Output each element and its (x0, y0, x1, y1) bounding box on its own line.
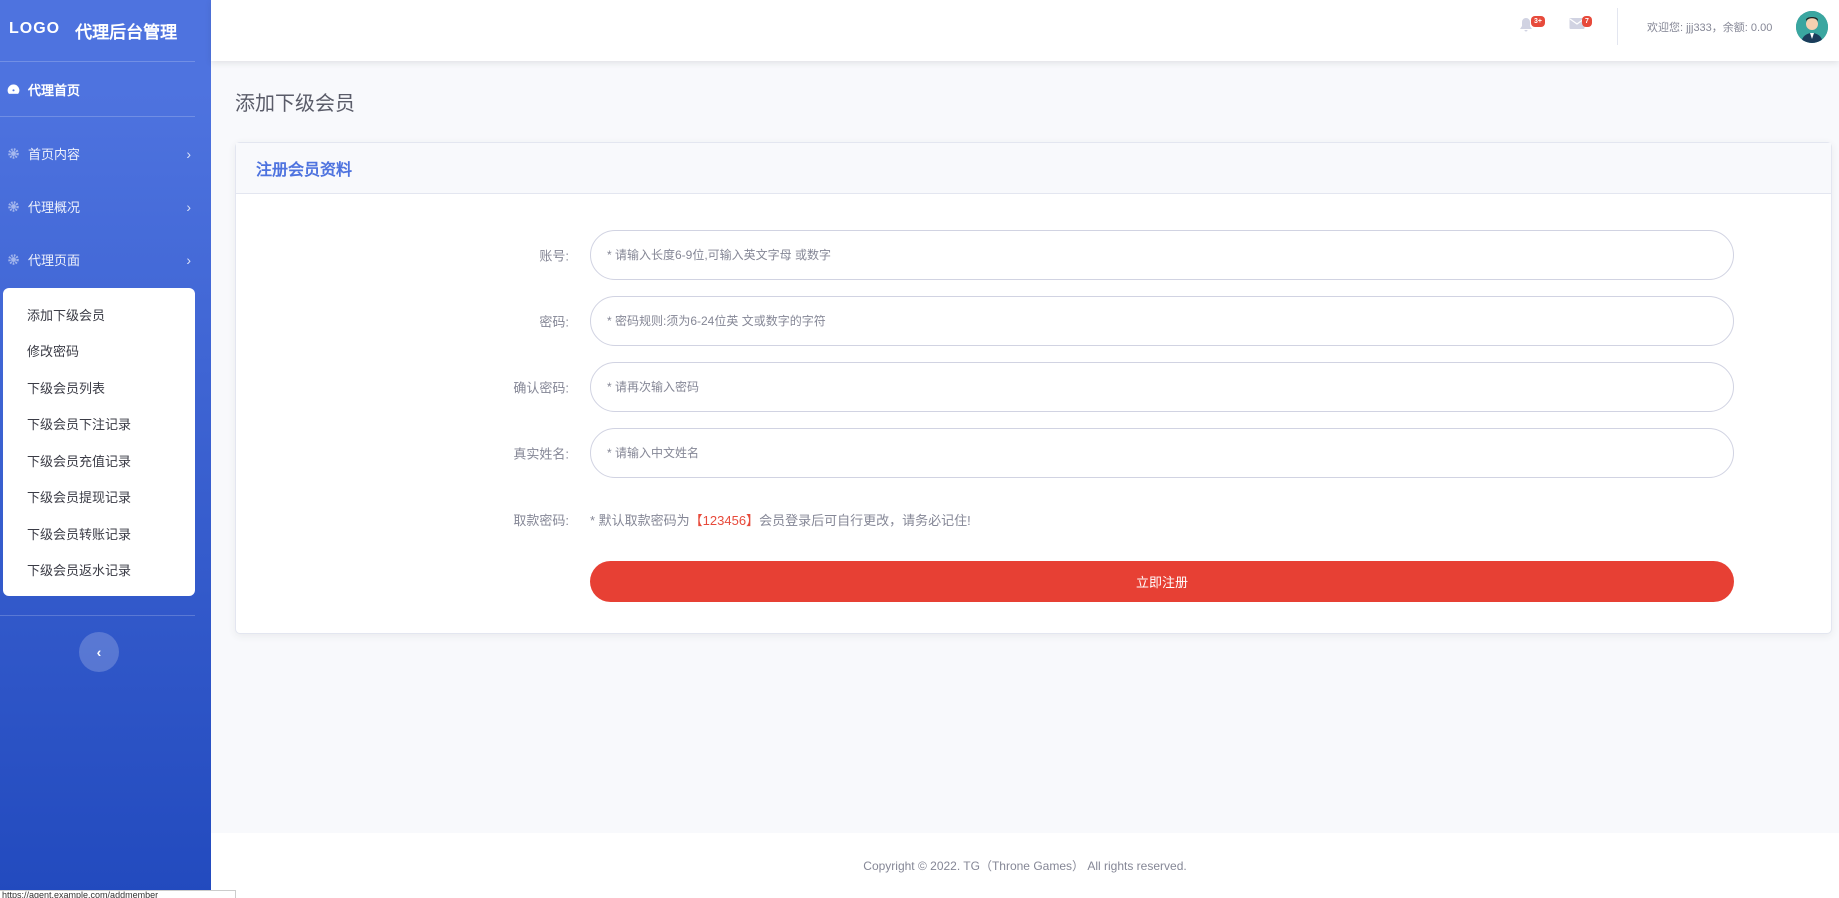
chevron-right-icon: › (186, 198, 191, 215)
gear-icon (6, 253, 20, 267)
withdraw-password-note: * 默认取款密码为【123456】会员登录后可自行更改，请务必记住! (590, 510, 971, 529)
form-row-account: 账号: (236, 230, 1831, 280)
submenu-item-member-list[interactable]: 下级会员列表 (3, 369, 195, 406)
messages-button[interactable]: 7 (1569, 16, 1593, 39)
sidebar-divider (0, 615, 195, 616)
confirm-password-label: 确认密码: (513, 380, 569, 396)
withdraw-password-label: 取款密码: (513, 513, 569, 528)
brand-logo: LOGO (9, 19, 61, 37)
footer: Copyright © 2022. TG（Throne Games） All r… (211, 833, 1839, 898)
card-header: 注册会员资料 (236, 143, 1831, 194)
brand[interactable]: LOGO 代理后台管理 (0, 0, 211, 61)
welcome-text[interactable]: 欢迎您: jjj333，余额: 0.00 (1647, 19, 1772, 35)
sidebar-item-home-content[interactable]: 首页内容 › (0, 127, 211, 180)
form-row-confirm-password: 确认密码: (236, 362, 1831, 412)
submenu-item-deposit-records[interactable]: 下级会员充值记录 (3, 442, 195, 479)
register-card: 注册会员资料 账号: 密码: 确认密码: 真实姓名: 取款密码: * 默认取款密… (235, 142, 1832, 634)
real-name-input[interactable] (590, 428, 1734, 478)
alerts-button[interactable]: 3+ (1519, 16, 1545, 39)
submenu-item-bet-records[interactable]: 下级会员下注记录 (3, 406, 195, 443)
sidebar-item-agent-pages[interactable]: 代理页面 › (0, 233, 211, 286)
submenu-item-rebate-records[interactable]: 下级会员返水记录 (3, 552, 195, 589)
password-input[interactable] (590, 296, 1734, 346)
chevron-right-icon: › (186, 145, 191, 162)
sidebar-item-agent-overview[interactable]: 代理概况 › (0, 180, 211, 233)
sidebar-item-label: 首页内容 (28, 147, 81, 162)
submenu-item-withdraw-records[interactable]: 下级会员提现记录 (3, 479, 195, 516)
chevron-right-icon: › (186, 251, 191, 268)
account-input[interactable] (590, 230, 1734, 280)
avatar[interactable] (1796, 11, 1828, 43)
submenu-item-transfer-records[interactable]: 下级会员转账记录 (3, 515, 195, 552)
sidebar-item-label: 代理页面 (28, 253, 81, 268)
sidebar-item-home[interactable]: 代理首页 (0, 62, 211, 116)
sidebar: LOGO 代理后台管理 代理首页 首页内容 › 代理概况 › 代理页面 › 添加… (0, 0, 211, 898)
withdraw-note-suffix: 会员登录后可自行更改，请务必记住! (759, 513, 971, 528)
withdraw-note-prefix: * 默认取款密码为 (590, 513, 690, 528)
real-name-label: 真实姓名: (513, 446, 569, 462)
copyright-text: Copyright © 2022. TG（Throne Games） All r… (863, 859, 1187, 873)
alerts-badge: 3+ (1531, 16, 1545, 27)
submenu-item-change-password[interactable]: 修改密码 (3, 333, 195, 370)
gear-icon (6, 147, 20, 161)
register-button[interactable]: 立即注册 (590, 561, 1734, 602)
withdraw-default-code: 【123456】 (689, 513, 760, 528)
form-row-password: 密码: (236, 296, 1831, 346)
topbar: 3+ 7 欢迎您: jjj333，余额: 0.00 (211, 0, 1839, 61)
submenu: 添加下级会员 修改密码 下级会员列表 下级会员下注记录 下级会员充值记录 下级会… (3, 288, 195, 596)
confirm-password-input[interactable] (590, 362, 1734, 412)
brand-title: 代理后台管理 (75, 23, 178, 42)
page-title: 添加下级会员 (235, 93, 355, 115)
submenu-item-add-member[interactable]: 添加下级会员 (3, 296, 195, 333)
form-row-real-name: 真实姓名: (236, 428, 1831, 478)
topbar-divider (1617, 8, 1618, 45)
dashboard-icon (6, 82, 20, 96)
chevron-left-icon: ‹ (96, 644, 102, 660)
account-label: 账号: (539, 248, 569, 264)
password-label: 密码: (539, 314, 569, 330)
gear-icon (6, 200, 20, 214)
sidebar-item-home-label: 代理首页 (28, 82, 81, 98)
sidebar-item-label: 代理概况 (28, 200, 81, 215)
messages-badge: 7 (1582, 16, 1592, 27)
sidebar-toggle-button[interactable]: ‹ (79, 632, 119, 672)
browser-status-bar: https://agent.example.com/addmember (0, 890, 236, 898)
